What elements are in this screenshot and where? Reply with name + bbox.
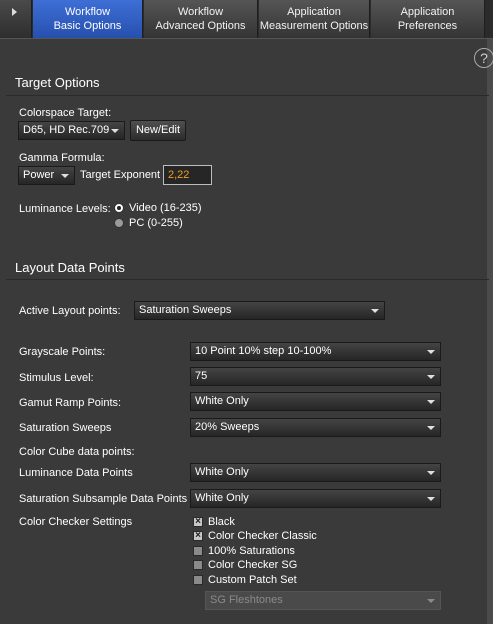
checkbox-color-checker-classic-label: Color Checker Classic — [208, 530, 317, 542]
radio-pc-range[interactable] — [114, 218, 124, 228]
tab-line2: Advanced Options — [155, 20, 246, 32]
active-layout-points-label: Active Layout points: — [19, 305, 121, 317]
tab-application-measurement-options[interactable]: Application Measurement Options — [259, 0, 370, 38]
tab-application-preferences[interactable]: Application Preferences — [371, 0, 485, 38]
collapse-arrow-button[interactable] — [0, 0, 32, 38]
tab-workflow-advanced-options[interactable]: Workflow Advanced Options — [144, 0, 258, 38]
luminance-levels-label: Luminance Levels: — [19, 203, 111, 215]
saturation-subsample-value: White Only — [195, 492, 249, 504]
stimulus-level-dropdown[interactable]: 75 — [190, 367, 441, 386]
chevron-down-icon — [427, 375, 435, 379]
color-checker-settings-label: Color Checker Settings — [19, 516, 133, 528]
tab-line1: Workflow — [177, 6, 224, 18]
checkbox-black-label: Black — [208, 516, 235, 528]
scrollbar-track[interactable] — [487, 39, 493, 624]
color-cube-data-points-label: Color Cube data points: — [19, 446, 135, 458]
luminance-data-points-dropdown[interactable]: White Only — [190, 463, 441, 482]
chevron-down-icon — [371, 309, 379, 313]
checkbox-custom-patch-set[interactable] — [193, 575, 203, 585]
section-divider — [6, 279, 489, 280]
luminance-data-points-label: Luminance Data Points — [19, 467, 133, 479]
active-layout-points-value: Saturation Sweeps — [139, 304, 232, 316]
custom-patch-set-dropdown[interactable]: SG Fleshtones — [205, 591, 441, 610]
saturation-sweeps-label: Saturation Sweeps — [19, 422, 112, 434]
chevron-down-icon — [427, 400, 435, 404]
tab-line1: Application — [287, 6, 341, 18]
tab-line2: Basic Options — [53, 20, 122, 32]
saturation-sweeps-dropdown[interactable]: 20% Sweeps — [190, 418, 441, 437]
colorspace-target-label: Colorspace Target: — [19, 107, 112, 119]
active-layout-points-dropdown[interactable]: Saturation Sweeps — [134, 301, 385, 320]
section-title-target-options: Target Options — [15, 75, 100, 90]
new-edit-button[interactable]: New/Edit — [130, 120, 186, 141]
checkbox-black[interactable]: × — [193, 517, 203, 527]
checkbox-color-checker-sg[interactable] — [193, 560, 203, 570]
stimulus-level-value: 75 — [195, 370, 208, 382]
checkbox-100-saturations-label: 100% Saturations — [208, 545, 295, 557]
luminance-data-points-value: White Only — [195, 466, 249, 478]
saturation-subsample-dropdown[interactable]: White Only — [190, 489, 441, 508]
radio-video-range[interactable] — [114, 203, 124, 213]
gamut-ramp-points-value: White Only — [195, 395, 249, 407]
radio-pc-range-label: PC (0-255) — [129, 217, 183, 229]
tab-line2: Measurement Options — [259, 20, 369, 32]
grayscale-points-dropdown[interactable]: 10 Point 10% step 10-100% — [190, 342, 441, 361]
gamma-formula-dropdown[interactable]: Power — [18, 166, 75, 185]
section-title-layout-data-points: Layout Data Points — [15, 260, 125, 275]
tab-workflow-basic-options[interactable]: Workflow Basic Options — [33, 0, 143, 38]
gamut-ramp-points-dropdown[interactable]: White Only — [190, 392, 441, 411]
tab-line2: Preferences — [397, 20, 458, 32]
triangle-right-icon — [12, 8, 17, 16]
checkbox-100-saturations[interactable] — [193, 546, 203, 556]
tab-bar: Workflow Basic Options Workflow Advanced… — [0, 0, 493, 39]
radio-video-range-label: Video (16-235) — [129, 202, 202, 214]
stimulus-level-label: Stimulus Level: — [19, 372, 94, 384]
saturation-sweeps-value: 20% Sweeps — [195, 421, 260, 433]
gamut-ramp-points-label: Gamut Ramp Points: — [19, 397, 122, 409]
chevron-down-icon — [427, 599, 435, 603]
chevron-down-icon — [427, 471, 435, 475]
target-exponent-input[interactable]: 2,22 — [163, 165, 212, 185]
target-exponent-label: Target Exponent — [80, 169, 161, 181]
gamma-formula-label: Gamma Formula: — [19, 152, 105, 164]
saturation-subsample-label: Saturation Subsample Data Points — [19, 493, 188, 505]
help-icon[interactable]: ? — [474, 48, 493, 68]
grayscale-points-label: Grayscale Points: — [19, 346, 106, 358]
checkbox-custom-patch-set-label: Custom Patch Set — [208, 574, 297, 586]
chevron-down-icon — [427, 497, 435, 501]
grayscale-points-value: 10 Point 10% step 10-100% — [195, 345, 332, 357]
checkbox-color-checker-sg-label: Color Checker SG — [208, 559, 298, 571]
chevron-down-icon — [61, 174, 69, 178]
section-divider — [6, 95, 489, 96]
chevron-down-icon — [427, 350, 435, 354]
colorspace-target-dropdown[interactable]: D65, HD Rec.709 — [18, 121, 125, 140]
colorspace-target-value: D65, HD Rec.709 — [23, 124, 110, 136]
chevron-down-icon — [111, 129, 119, 133]
checkbox-color-checker-classic[interactable]: × — [193, 531, 203, 541]
tab-line1: Application — [400, 6, 455, 18]
chevron-down-icon — [427, 426, 435, 430]
tab-line1: Workflow — [64, 6, 111, 18]
custom-patch-set-value: SG Fleshtones — [210, 594, 283, 606]
gamma-formula-value: Power — [23, 169, 55, 181]
